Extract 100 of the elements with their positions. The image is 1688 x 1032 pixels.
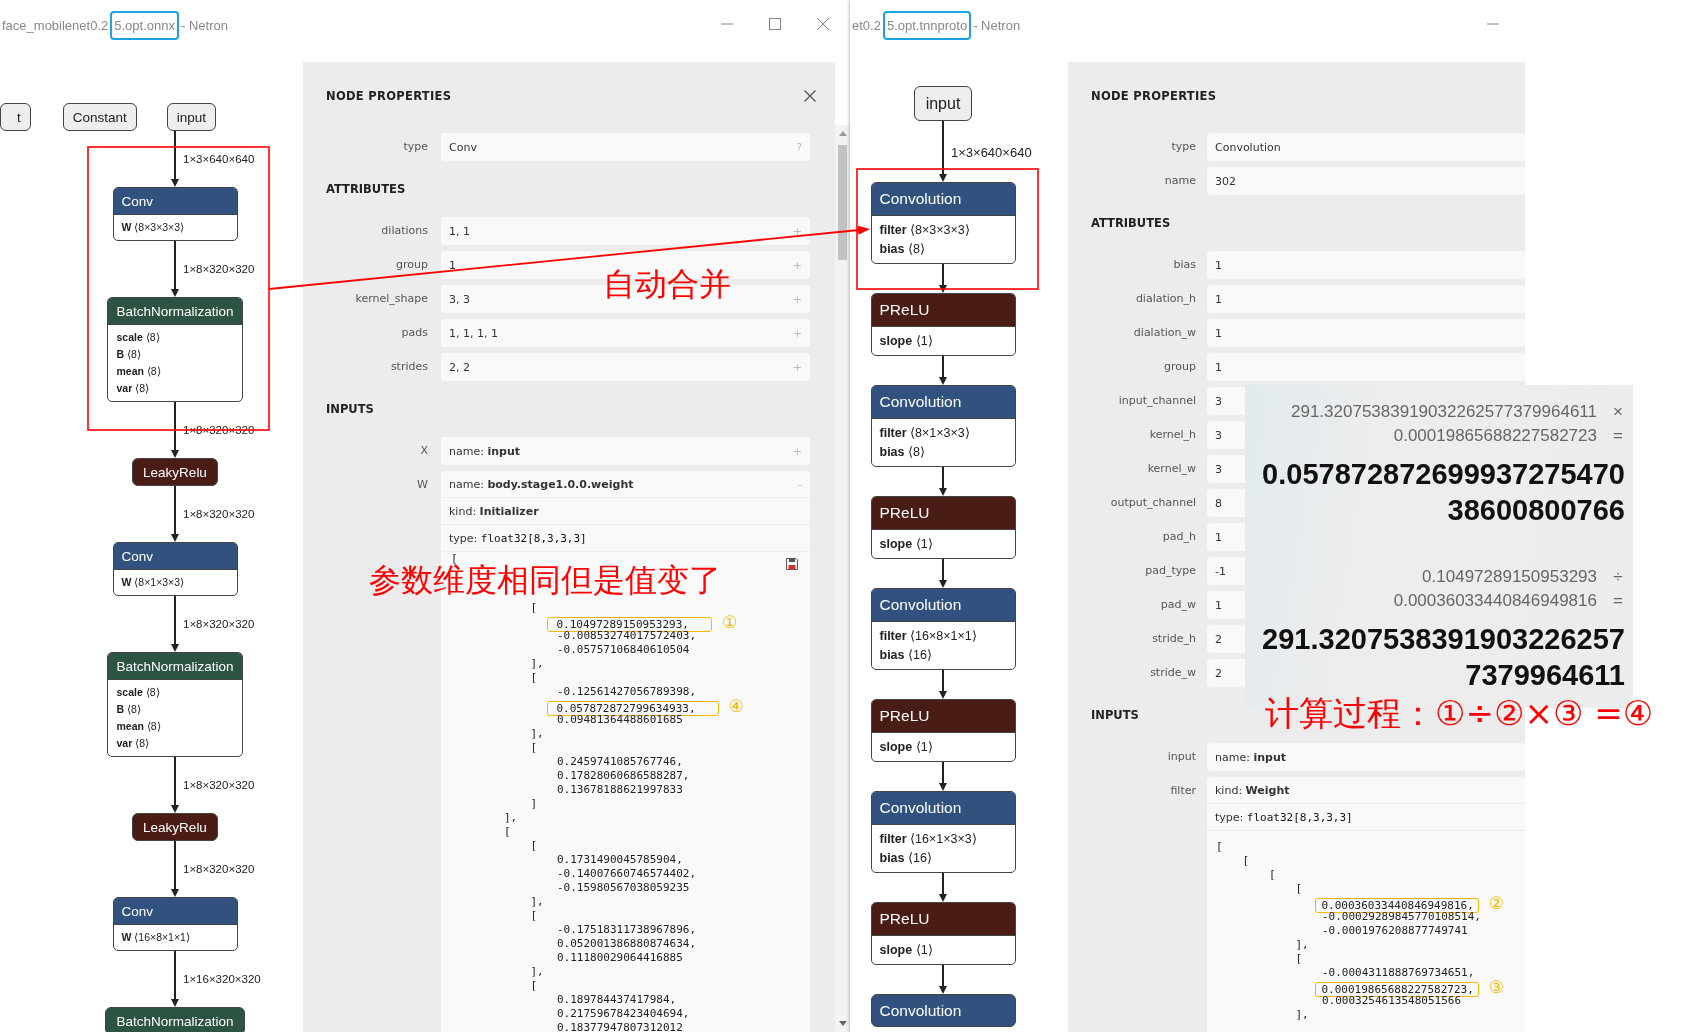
graph-node[interactable]: Conv W ⟨16×8×1×1⟩ [112,897,238,951]
section-heading: ATTRIBUTES [326,181,406,197]
node-title: PReLU [871,497,1015,529]
highlighted-title-text: 5.opt.tnnproto [882,11,972,40]
graph-node[interactable]: LeakyRelu [132,813,218,841]
code-line: 0.18377947807312012 [556,1021,683,1032]
property-label: type [402,139,428,155]
scrollbar-thumb[interactable] [838,145,847,260]
code-line: 0.17828060686588287, [556,769,690,782]
code-line: -0.15980567038059235 [556,881,690,894]
code-line: 0.11180029064416885 [556,951,683,964]
node-attribute: filter ⟨16×1×3×3⟩ [879,831,978,848]
graph-node[interactable]: PReLU slope ⟨1⟩ [870,293,1016,356]
node-attribute: bias ⟨8⟩ [879,444,926,461]
graph-node[interactable]: input [913,86,973,121]
graph-node[interactable]: LeakyRelu [132,458,218,486]
highlighted-title-text: 5.opt.onnx [110,11,179,40]
code-line: ] [530,797,538,810]
edge-label: 1×8×320×320 [183,618,255,630]
property-label: kernel_w [1146,461,1196,477]
code-line: [ [530,909,538,922]
close-icon[interactable] [817,18,829,30]
property-value: kind: Weight [1215,783,1290,797]
graph-node[interactable]: Convolution filter ⟨8×3×3×3⟩ bias ⟨8⟩ [870,182,1016,264]
result-text: 0.057872872699937275470 [1262,458,1625,490]
edge-label: 1×3×640×640 [951,144,1032,159]
code-line: -0.14007660746574402, [556,867,697,880]
edge-label: 1×8×320×320 [183,508,255,520]
code-line: -0.05757106840610504 [556,643,690,656]
save-icon[interactable] [786,558,798,570]
node-attribute: slope ⟨1⟩ [879,942,934,959]
node-attribute: W ⟨16×8×1×1⟩ [121,930,191,945]
code-line: -0.0001976208877749741 [1321,924,1468,937]
panel-title: NODE PROPERTIES [1091,89,1217,103]
node-attribute: W ⟨8×3×3×3⟩ [121,220,186,235]
property-value: Convolution [1215,140,1281,154]
property-value: name: input [1215,750,1286,764]
node-title: Conv [113,543,237,569]
node-title: Conv [113,898,237,924]
property-value: 1 [1215,326,1222,340]
scroll-down-icon[interactable] [838,1021,847,1026]
graph-node[interactable]: Convolution filter ⟨16×8×1×1⟩ bias ⟨16⟩ [870,588,1016,670]
node-attribute: var ⟨8⟩ [116,736,150,751]
node-attribute: filter ⟨8×3×3×3⟩ [879,222,971,239]
maximize-icon[interactable] [769,18,781,30]
graph-node[interactable]: input [166,103,217,131]
panel-title: NODE PROPERTIES [326,89,452,103]
graph-node[interactable]: Conv W ⟨8×1×3×3⟩ [112,542,238,596]
circled-number: ② [1488,893,1505,913]
node-attribute: filter ⟨16×8×1×1⟩ [879,628,978,645]
code-line: ], [1295,1008,1309,1021]
close-icon[interactable] [804,90,816,102]
node-attribute: var ⟨8⟩ [116,381,150,396]
code-line: [ [530,839,538,852]
property-value: 1 [1215,258,1222,272]
code-line: ], [530,727,544,740]
graph-node[interactable]: Conv W ⟨8×3×3×3⟩ [112,187,238,241]
graph-node[interactable]: PReLU slope ⟨1⟩ [870,496,1016,559]
graph-node[interactable]: PReLU slope ⟨1⟩ [870,902,1016,965]
result-text: 7379964611 [1465,659,1625,691]
node-attribute: B ⟨8⟩ [116,702,142,717]
property-label: dialation_h [1134,291,1196,307]
graph-node[interactable]: PReLU slope ⟨1⟩ [870,699,1016,762]
code-line: -0.00853274017572403, [556,629,697,642]
graph-node[interactable]: BatchNormalization scale ⟨8⟩ B ⟨8⟩ mean ⟨8⟩ var ⟨8⟩ [107,652,243,757]
circled-number: ④ [728,696,744,716]
node-attribute: slope ⟨1⟩ [879,536,934,553]
scroll-up-icon[interactable] [838,131,847,136]
graph-node[interactable]: BatchNormalization scale ⟨8⟩ B ⟨8⟩ mean ⟨8⟩ var ⟨8⟩ [107,297,243,402]
section-heading: INPUTS [1091,707,1139,723]
code-line: 0.21759678423404694, [556,1007,690,1020]
annotation-text: 计算过程：①÷②×③ =④ [1265,696,1654,730]
code-line: [ [1295,952,1303,965]
property-label: pad_type [1144,563,1196,579]
operand: 0.10497289150953293 [1422,566,1597,588]
property-value: kind: Initializer [449,504,539,518]
graph-node[interactable]: Convolution filter ⟨8×1×3×3⟩ bias ⟨8⟩ [870,385,1016,467]
code-line: -0.0004311888769734651, [1321,966,1475,979]
code-line: [ [1216,840,1223,853]
property-value: 3 [1215,428,1222,442]
graph-node[interactable]: BatchNormalization [105,1007,245,1032]
graph-node[interactable]: Convolution [870,994,1016,1027]
property-label: bias [1172,257,1196,273]
node-attribute: mean ⟨8⟩ [116,364,162,379]
graph-node[interactable]: Convolution filter ⟨16×1×3×3⟩ bias ⟨16⟩ [870,791,1016,873]
code-line: [ [530,741,538,754]
property-label: strides [389,359,428,375]
property-label: input [1166,749,1196,765]
code-line: [ [530,979,538,992]
edge-label: 1×8×320×320 [183,263,255,275]
section-heading: INPUTS [326,401,374,417]
node-title: PReLU [871,700,1015,732]
graph-node[interactable]: t [0,103,31,131]
property-label: kernel_h [1148,427,1196,443]
edge-label: 1×3×640×640 [183,153,255,165]
property-value: 1, 1 [449,224,470,238]
graph-node[interactable]: Constant [62,103,137,131]
property-value: 1, 1, 1, 1 [449,326,498,340]
property-label: name [1163,173,1196,189]
property-label: W [416,477,428,493]
